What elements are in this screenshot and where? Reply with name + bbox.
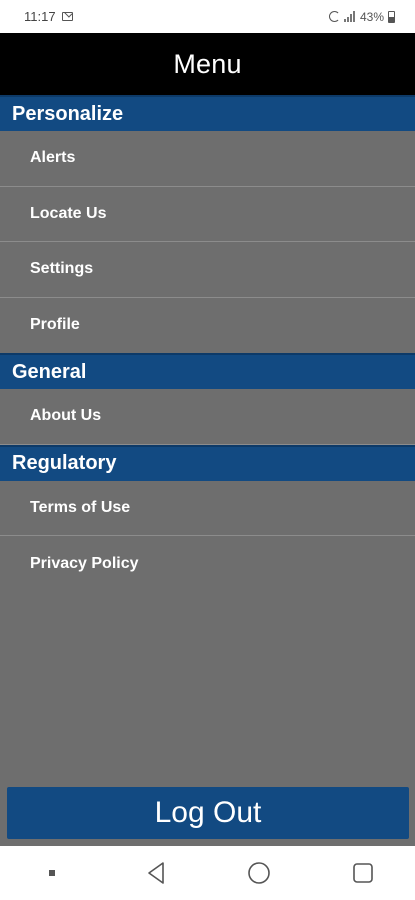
menu-list: Personalize Alerts Locate Us Settings Pr… — [0, 95, 415, 592]
battery-percent: 43% — [359, 9, 384, 24]
menu-item-label: Alerts — [30, 149, 76, 167]
overview-icon[interactable] — [343, 853, 383, 893]
menu-item-privacy-policy[interactable]: Privacy Policy — [0, 536, 415, 592]
status-right: 43% — [328, 9, 395, 24]
status-time: 11:17 — [24, 9, 56, 24]
menu-item-settings[interactable]: Settings — [0, 242, 415, 298]
sync-icon — [328, 11, 340, 22]
menu-item-locate-us[interactable]: Locate Us — [0, 186, 415, 242]
menu-item-label: Locate Us — [30, 204, 107, 222]
menu-item-label: About Us — [30, 407, 102, 425]
menu-item-terms-of-use[interactable]: Terms of Use — [0, 480, 415, 536]
mail-icon — [61, 12, 73, 21]
logout-container: Log Out — [7, 787, 409, 839]
signal-icon — [343, 11, 356, 22]
menu-item-label: Terms of Use — [30, 498, 131, 516]
system-nav-bar — [0, 846, 415, 900]
section-header-general: General — [0, 353, 415, 389]
menu-item-alerts[interactable]: Alerts — [0, 131, 415, 187]
menu-item-about-us[interactable]: About Us — [0, 389, 415, 445]
battery-icon — [388, 10, 395, 23]
status-bar: 11:17 43% — [0, 0, 415, 33]
section-header-personalize: Personalize — [0, 95, 415, 131]
home-icon[interactable] — [239, 853, 279, 893]
menu-item-label: Settings — [30, 260, 94, 278]
recent-dot-icon[interactable] — [32, 853, 72, 893]
logout-button[interactable]: Log Out — [7, 787, 409, 839]
back-icon[interactable] — [136, 853, 176, 893]
menu-item-label: Profile — [30, 316, 80, 334]
menu-item-profile[interactable]: Profile — [0, 297, 415, 353]
menu-item-label: Privacy Policy — [30, 554, 139, 572]
title-bar: Menu — [0, 33, 415, 95]
page-title: Menu — [173, 48, 242, 79]
section-header-regulatory: Regulatory — [0, 444, 415, 481]
status-left: 11:17 — [24, 9, 73, 24]
